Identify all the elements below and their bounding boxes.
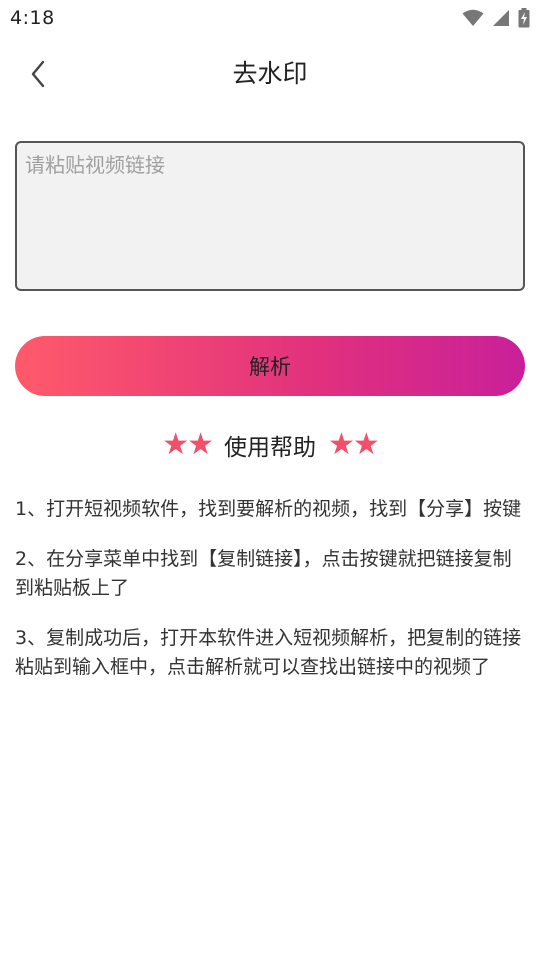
page-title: 去水印 (232, 59, 308, 88)
help-item: 3、复制成功后，打开本软件进入短视频解析，把复制的链接粘贴到输入框中，点击解析就… (15, 627, 522, 678)
wifi-icon (462, 9, 484, 26)
status-icons (462, 8, 530, 28)
help-item: 2、在分享菜单中找到【复制链接】，点击按键就把链接复制到粘贴板上了 (15, 548, 512, 599)
video-link-input[interactable] (15, 141, 525, 291)
status-bar: 4:18 (0, 0, 540, 36)
parse-button[interactable]: 解析 (15, 336, 525, 396)
status-time: 4:18 (10, 7, 55, 29)
cell-signal-icon (493, 10, 509, 26)
app-bar: 去水印 (0, 36, 540, 110)
star-icon: ★★ (328, 427, 380, 462)
help-list: 1、打开短视频软件，找到要解析的视频，找到【分享】按键 2、在分享菜单中找到【复… (15, 495, 525, 703)
help-title: 使用帮助 (224, 435, 316, 461)
parse-button-label: 解析 (249, 355, 291, 379)
battery-charging-icon (518, 8, 530, 28)
help-item: 1、打开短视频软件，找到要解析的视频，找到【分享】按键 (15, 498, 522, 520)
help-heading: ★★ 使用帮助 ★★ (0, 428, 540, 462)
star-icon: ★★ (162, 427, 214, 462)
